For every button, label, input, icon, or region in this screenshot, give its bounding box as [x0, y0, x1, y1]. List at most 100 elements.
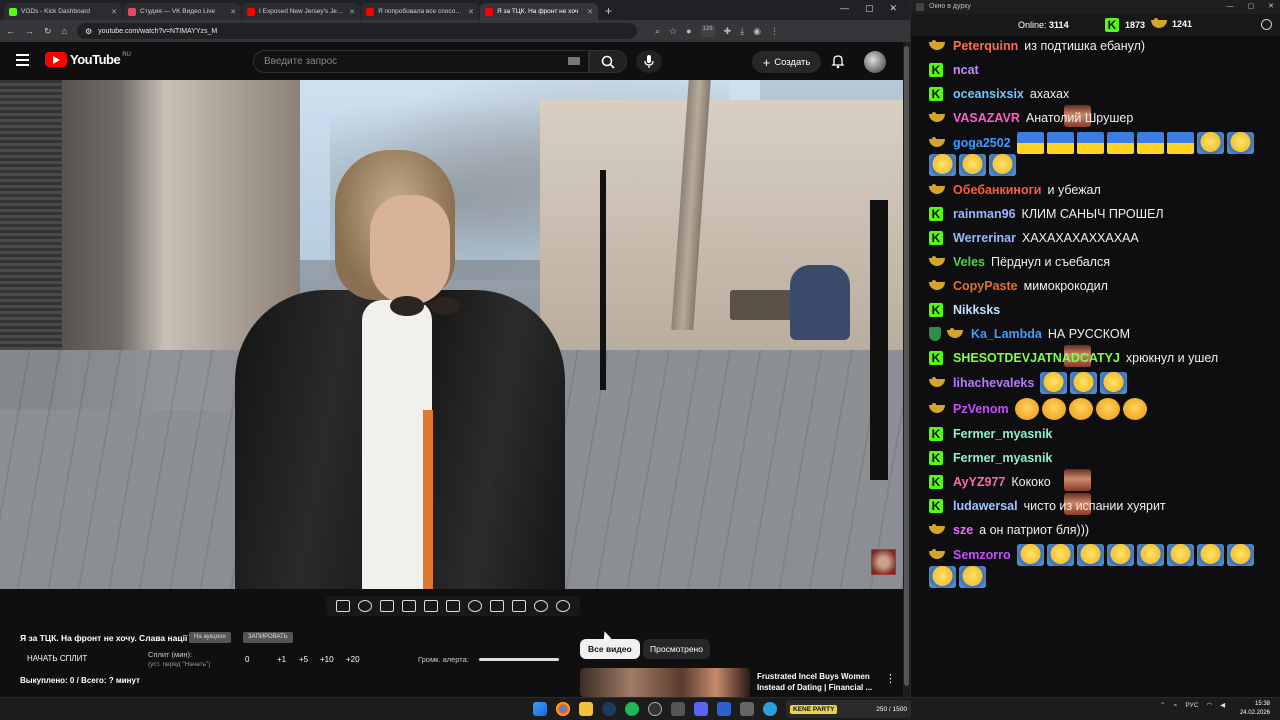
steam-icon[interactable]	[602, 702, 616, 716]
volume-icon[interactable]: ◀	[1220, 701, 1225, 709]
chat-username[interactable]: CopyPaste	[953, 276, 1018, 296]
forward-icon[interactable]: →	[25, 26, 34, 36]
site-info-icon[interactable]: ⚙	[85, 27, 92, 36]
clapperboard-icon[interactable]	[402, 600, 416, 612]
app-icon-generic[interactable]	[671, 702, 685, 716]
extension-badge[interactable]: 129	[700, 25, 715, 37]
close-window-icon[interactable]: ✕	[1268, 0, 1274, 14]
camera-icon[interactable]	[512, 600, 526, 612]
add-frame-icon[interactable]	[490, 600, 504, 612]
recommended-title[interactable]: Frustrated Incel Buys Women Instead of D…	[757, 671, 882, 693]
tab-close-icon[interactable]: ✕	[587, 8, 593, 16]
chat-username[interactable]: Semzorro	[953, 545, 1011, 565]
speedometer-icon[interactable]	[468, 600, 482, 612]
copy-chip[interactable]: ЗАПИРОВАТЬ	[243, 632, 293, 643]
chat-username[interactable]: Fermer_myasnik	[953, 448, 1052, 468]
menu-dots-icon[interactable]: ⋮	[770, 26, 779, 37]
kick-party-widget[interactable]: KENE PARTY 250 / 1500	[786, 700, 911, 718]
windows-start-icon[interactable]	[533, 702, 547, 716]
chat-username[interactable]: ncat	[953, 60, 979, 80]
maximize-icon[interactable]: ▢	[1248, 0, 1255, 14]
clock-icon[interactable]	[1261, 19, 1272, 30]
minimize-icon[interactable]: —	[840, 3, 849, 14]
close-window-icon[interactable]: ✕	[890, 3, 898, 14]
browser-tab[interactable]: I Exposed New Jersey's Jewish ✕	[242, 3, 360, 20]
network-icon[interactable]: ⌁	[1173, 701, 1177, 709]
chat-username[interactable]: Ka_Lambda	[971, 324, 1042, 344]
notifications-bell-icon[interactable]	[830, 53, 846, 69]
chat-username[interactable]: Nikksks	[953, 300, 1000, 320]
url-field[interactable]: ⚙ youtube.com/watch?v=NTIMAYYzs_M	[76, 23, 637, 39]
home-icon[interactable]: ⌂	[62, 26, 67, 36]
extension-dot-icon[interactable]: ●	[686, 26, 691, 37]
back-icon[interactable]: ←	[6, 26, 15, 36]
reload-icon[interactable]: ↻	[44, 26, 52, 37]
system-clock[interactable]: 15:38 24.02.2026	[1240, 700, 1270, 718]
maximize-icon[interactable]: ▢	[865, 3, 874, 14]
file-explorer-icon[interactable]	[579, 702, 593, 716]
recommended-thumbnail[interactable]	[580, 668, 750, 697]
voice-search-button[interactable]	[636, 50, 662, 73]
tray-expand-icon[interactable]: ⌃	[1160, 701, 1165, 709]
tab-close-icon[interactable]: ✕	[230, 8, 236, 16]
language-indicator[interactable]: РУС	[1185, 702, 1198, 709]
tab-close-icon[interactable]: ✕	[349, 8, 355, 16]
playlist-icon[interactable]	[380, 600, 394, 612]
user-avatar[interactable]	[864, 51, 886, 73]
browser-tab[interactable]: Я попробовала все способы б ✕	[361, 3, 479, 20]
obs-icon[interactable]	[648, 702, 662, 716]
create-button[interactable]: + Создать	[752, 51, 821, 73]
chat-username[interactable]: sze	[953, 520, 973, 540]
start-split-button[interactable]: НАЧАТЬ СПЛИТ	[27, 654, 87, 663]
settings-gear-icon[interactable]	[556, 600, 570, 612]
chat-username[interactable]: VASAZAVR	[953, 108, 1020, 128]
search-button[interactable]	[589, 50, 627, 73]
settings-icon[interactable]	[740, 702, 754, 716]
minimize-icon[interactable]: —	[1227, 0, 1234, 14]
split-add-20-button[interactable]: +20	[346, 655, 360, 664]
page-scrollbar-thumb[interactable]	[904, 46, 909, 686]
split-add-5-button[interactable]: +5	[299, 655, 308, 664]
browser-tab[interactable]: Студия — VK Видео Live ✕	[123, 3, 241, 20]
repeat-icon[interactable]	[336, 600, 350, 612]
filter-all-videos[interactable]: Все видео	[580, 639, 640, 659]
keyboard-icon[interactable]	[568, 57, 580, 65]
tab-close-icon[interactable]: ✕	[111, 8, 117, 16]
chat-username[interactable]: Peterquinn	[953, 36, 1018, 56]
chat-username[interactable]: oceansixsix	[953, 84, 1024, 104]
chrome-icon[interactable]	[556, 702, 570, 716]
browser-tab[interactable]: Я за ТЦК. На фронт не хоч ✕	[480, 3, 598, 20]
chat-username[interactable]: Veles	[953, 252, 985, 272]
telegram-icon[interactable]	[763, 702, 777, 716]
search-input[interactable]: Введите запрос	[253, 50, 589, 73]
spotify-icon[interactable]	[625, 702, 639, 716]
chat-username[interactable]: rainman96	[953, 204, 1016, 224]
wifi-icon[interactable]: ◠	[1206, 701, 1212, 709]
auction-chip[interactable]: На аукцион	[189, 632, 231, 643]
flask-icon[interactable]	[534, 600, 548, 612]
profile-icon[interactable]: ◉	[753, 26, 761, 37]
chat-username[interactable]: Fermer_myasnik	[953, 424, 1052, 444]
film-strip-icon[interactable]	[446, 600, 460, 612]
tab-close-icon[interactable]: ✕	[468, 8, 474, 16]
chat-username[interactable]: PzVenom	[953, 399, 1009, 419]
split-add-1-button[interactable]: +1	[277, 655, 286, 664]
channel-watermark[interactable]	[871, 549, 896, 575]
media-player-icon[interactable]	[717, 702, 731, 716]
zoom-icon[interactable]: ⌕	[655, 26, 660, 37]
chat-username[interactable]: AyYZ977	[953, 472, 1005, 492]
alert-volume-slider[interactable]	[479, 658, 559, 661]
youtube-logo[interactable]: YouTube RU	[45, 52, 131, 67]
chat-username[interactable]: lihachevaleks	[953, 373, 1034, 393]
chat-username[interactable]: Обебанкиноги	[953, 180, 1041, 200]
chat-username[interactable]: ludawersal	[953, 496, 1018, 516]
chat-username[interactable]: goga2502	[953, 133, 1011, 153]
browser-tab[interactable]: VODs - Kick Dashboard ✕	[4, 3, 122, 20]
chat-username[interactable]: Werrerinar	[953, 228, 1016, 248]
new-tab-icon[interactable]: +	[605, 3, 612, 20]
bookmark-star-icon[interactable]: ☆	[669, 26, 677, 37]
broadcast-icon[interactable]	[358, 600, 372, 612]
more-options-icon[interactable]: ⋮	[885, 672, 896, 685]
hamburger-menu-icon[interactable]	[16, 54, 29, 69]
picture-in-picture-icon[interactable]	[424, 600, 438, 612]
